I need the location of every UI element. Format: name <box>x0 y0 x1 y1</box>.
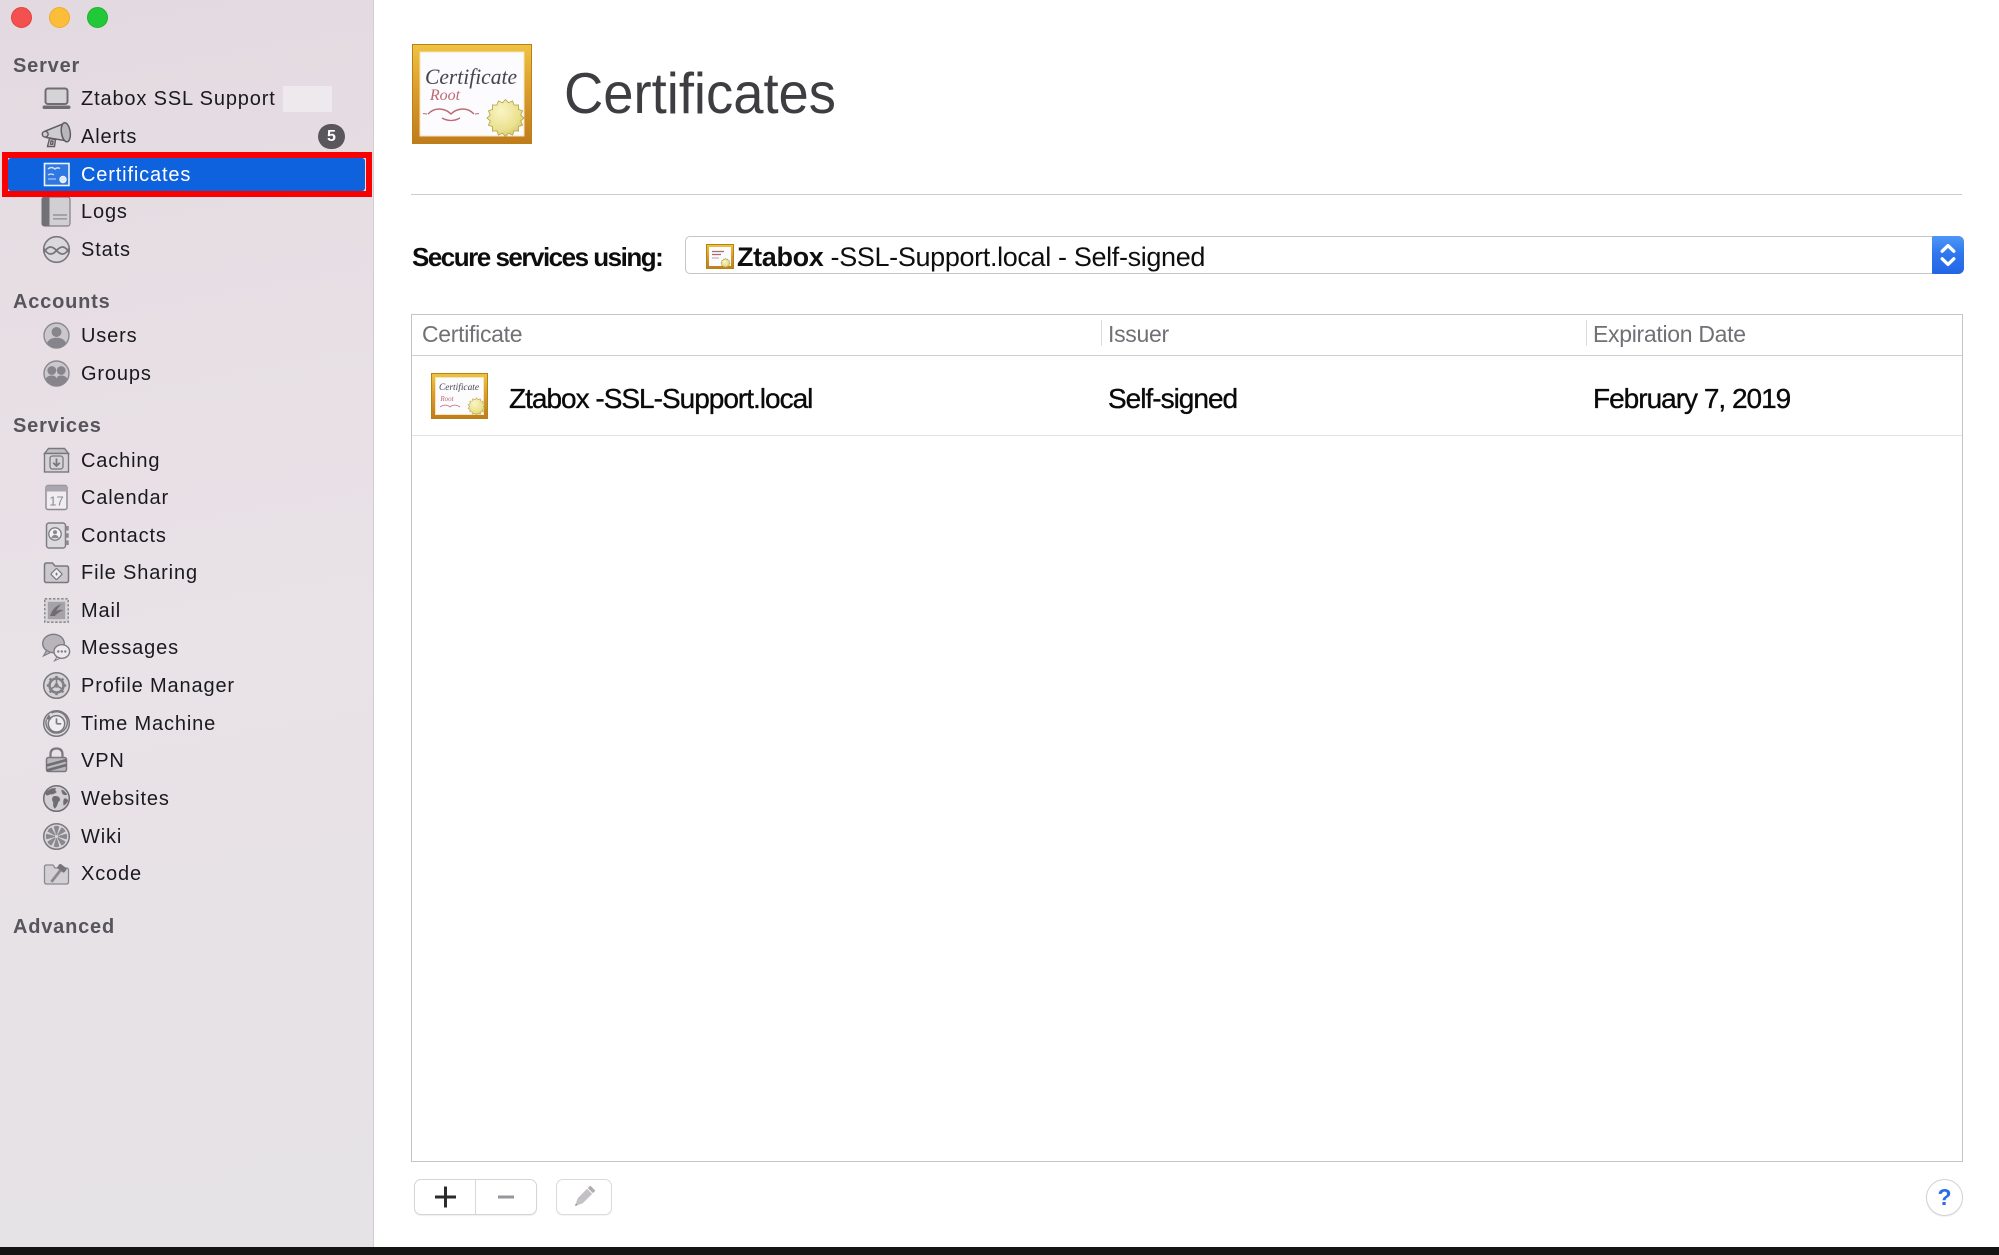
svg-text:Root: Root <box>429 87 461 104</box>
svg-text:Root: Root <box>439 395 454 403</box>
svg-text:Certificate: Certificate <box>425 64 517 89</box>
svg-text:17: 17 <box>49 494 63 509</box>
svg-text:Certificate: Certificate <box>439 382 479 393</box>
